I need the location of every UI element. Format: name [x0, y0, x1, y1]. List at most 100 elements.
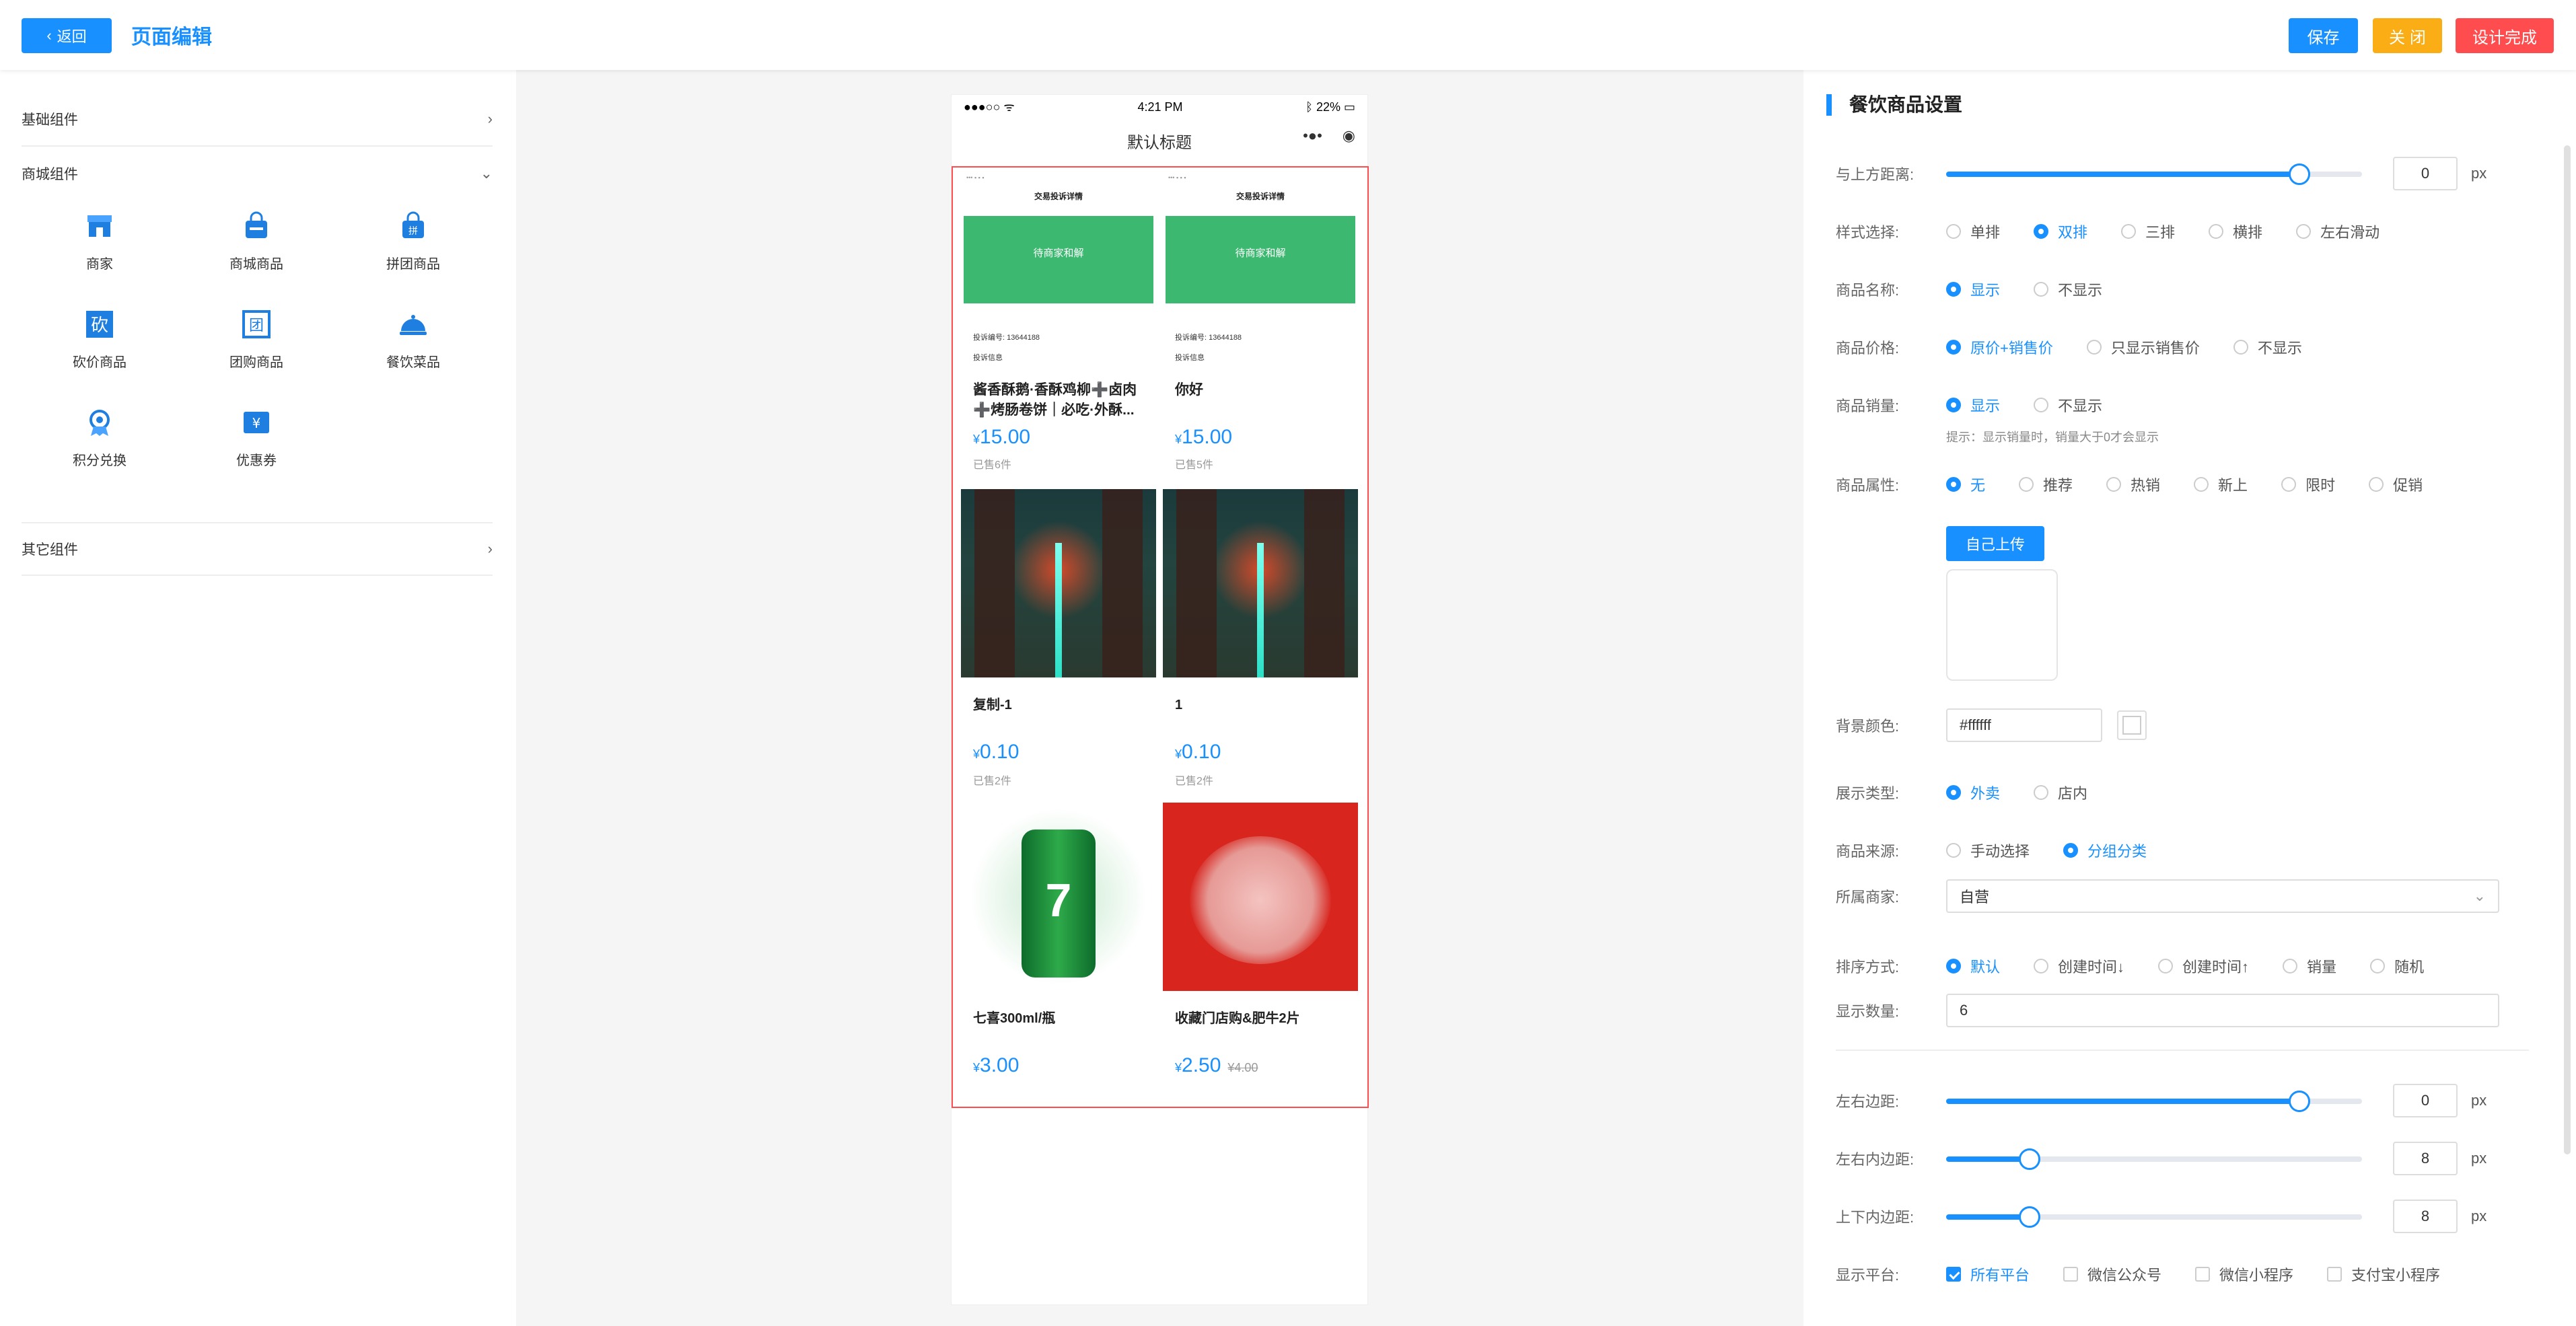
component-team-buy[interactable]: 团 团购商品	[196, 309, 317, 397]
color-picker[interactable]	[2117, 710, 2147, 740]
radio-option[interactable]: 单排	[1946, 221, 2000, 242]
component-points[interactable]: 积分兑换	[39, 408, 160, 495]
radio-option[interactable]: 不显示	[2233, 336, 2302, 358]
checkbox-icon	[2327, 1267, 2342, 1282]
lr-margin-slider[interactable]	[1946, 1087, 2362, 1114]
team-buy-icon: 团	[242, 310, 271, 338]
component-bargain[interactable]: 砍 砍价商品	[39, 309, 160, 397]
product-card[interactable]: ••• ▪ ▪ ▪ 交易投诉详情 待商家和解 投诉编号: 13644188 投诉…	[961, 172, 1156, 481]
lr-margin-input[interactable]: 0	[2393, 1084, 2458, 1117]
custom-upload-button[interactable]: 自己上传	[1946, 526, 2044, 561]
slider-handle[interactable]	[2289, 163, 2311, 185]
product-card[interactable]: ••• ▪ ▪ ▪ 交易投诉详情 待商家和解 投诉编号: 13644188 投诉…	[1163, 172, 1358, 481]
lr-padding-row: 左右内边距: 8 px	[1836, 1142, 2529, 1175]
radio-circle-icon	[1946, 843, 1961, 858]
merchant-select[interactable]: 自营 ⌄	[1946, 879, 2499, 913]
radio-option[interactable]: 显示	[1946, 279, 2000, 300]
radio-option[interactable]: 不显示	[2034, 279, 2102, 300]
group-mall[interactable]: 商城组件 ⌄	[22, 147, 493, 200]
bg-color-input[interactable]: #ffffff	[1946, 708, 2102, 742]
save-button[interactable]: 保存	[2289, 18, 2358, 53]
lr-padding-slider[interactable]	[1946, 1145, 2362, 1172]
radio-option[interactable]: 外卖	[1946, 782, 2000, 803]
radio-option[interactable]: 促销	[2369, 474, 2423, 495]
radio-option[interactable]: 限时	[2281, 474, 2335, 495]
close-button[interactable]: 关 闭	[2373, 18, 2442, 53]
page-title: 页面编辑	[131, 26, 212, 48]
product-price: ¥0.10	[973, 741, 1019, 763]
lr-padding-input[interactable]: 8	[2393, 1142, 2458, 1175]
product-sold: 已售2件	[973, 776, 1011, 787]
radio-option[interactable]: 创建时间↓	[2034, 955, 2124, 977]
radio-circle-icon	[1946, 477, 1961, 492]
radio-option[interactable]: 手动选择	[1946, 840, 2030, 861]
count-input[interactable]: 6	[1946, 994, 2499, 1027]
tb-padding-input[interactable]: 8	[2393, 1200, 2458, 1233]
product-card[interactable]: 1 ¥0.10 已售2件	[1163, 489, 1358, 799]
radio-option[interactable]: 原价+销售价	[1946, 336, 2053, 358]
radio-option[interactable]: 左右滑动	[2296, 221, 2380, 242]
settings-scrollbar[interactable]	[2564, 145, 2571, 1154]
component-mall-goods[interactable]: 商城商品	[196, 211, 317, 299]
top-margin-input[interactable]: 0	[2393, 157, 2458, 190]
slider-handle[interactable]	[2289, 1091, 2311, 1112]
more-icon[interactable]: •●•	[1303, 127, 1322, 145]
checkbox-option[interactable]: 支付宝小程序	[2327, 1263, 2440, 1285]
radio-option[interactable]: 热销	[2106, 474, 2160, 495]
target-icon[interactable]: ◉	[1343, 127, 1355, 145]
component-coupon[interactable]: ¥ 优惠券	[196, 408, 317, 495]
back-button[interactable]: ‹ 返回	[22, 18, 112, 53]
radio-option[interactable]: 横排	[2209, 221, 2262, 242]
product-card[interactable]: 收藏门店购&肥牛2片 ¥2.50 ¥4.00	[1163, 803, 1358, 1099]
radio-option[interactable]: 默认	[1946, 955, 2000, 977]
group-other[interactable]: 其它组件 ›	[22, 522, 493, 576]
checkbox-icon	[1946, 1267, 1961, 1282]
radio-option[interactable]: 销量	[2283, 955, 2336, 977]
battery-icon: ▭	[1343, 100, 1355, 114]
radio-circle-icon	[1946, 959, 1961, 973]
radio-option[interactable]: 双排	[2034, 221, 2087, 242]
upload-area[interactable]	[1946, 569, 2058, 681]
top-margin-slider[interactable]	[1946, 160, 2362, 187]
radio-option[interactable]: 分组分类	[2063, 840, 2147, 861]
slider-handle[interactable]	[2018, 1148, 2040, 1170]
checkbox-option[interactable]: 所有平台	[1946, 1263, 2030, 1285]
radio-option[interactable]: 新上	[2194, 474, 2248, 495]
style-row: 样式选择: 单排 双排 三排 横排 左右滑动	[1836, 218, 2529, 245]
group-basic[interactable]: 基础组件 ›	[22, 93, 493, 147]
product-card[interactable]: 7 七喜300ml/瓶 ¥3.00	[961, 803, 1156, 1099]
component-panel: 基础组件 › 商城组件 ⌄ 商家 商城商品 拼 拼团商品 砍 砍价商品 团 团购…	[0, 70, 516, 1326]
radio-circle-icon	[1946, 785, 1961, 800]
component-dish[interactable]: 餐饮菜品	[353, 309, 474, 397]
radio-circle-icon	[1946, 340, 1961, 355]
radio-option[interactable]: 显示	[1946, 394, 2000, 416]
product-price: ¥15.00	[1175, 426, 1233, 448]
bluetooth-icon: ᛒ	[1305, 100, 1316, 114]
tb-padding-slider[interactable]	[1946, 1203, 2362, 1230]
checkbox-option[interactable]: 微信小程序	[2195, 1263, 2293, 1285]
product-name: 收藏门店购&肥牛2片	[1175, 1011, 1300, 1026]
price-row: 商品价格: 原价+销售价 只显示销售价 不显示	[1836, 334, 2529, 361]
checkbox-option[interactable]: 微信公众号	[2063, 1263, 2161, 1285]
radio-option[interactable]: 三排	[2121, 221, 2175, 242]
radio-option[interactable]: 只显示销售价	[2086, 336, 2200, 358]
design-complete-button[interactable]: 设计完成	[2456, 18, 2554, 53]
product-name: 酱香酥鹅·香酥鸡柳➕卤肉➕烤肠卷饼｜必吃·外酥...	[973, 382, 1137, 418]
dish-goods-component[interactable]: ••• ▪ ▪ ▪ 交易投诉详情 待商家和解 投诉编号: 13644188 投诉…	[952, 166, 1369, 1108]
radio-circle-icon	[2034, 224, 2049, 239]
product-card[interactable]: 复制-1 ¥0.10 已售2件	[961, 489, 1156, 799]
radio-option[interactable]: 无	[1946, 474, 1985, 495]
radio-option[interactable]: 不显示	[2034, 394, 2102, 416]
radio-option[interactable]: 推荐	[2019, 474, 2073, 495]
radio-option[interactable]: 店内	[2034, 782, 2087, 803]
radio-option[interactable]: 随机	[2370, 955, 2424, 977]
component-shop[interactable]: 商家	[39, 211, 160, 299]
radio-option[interactable]: 创建时间↑	[2158, 955, 2249, 977]
section-title: 餐饮商品设置	[1826, 94, 1962, 116]
name-row: 商品名称: 显示 不显示	[1836, 276, 2529, 303]
slider-handle[interactable]	[2018, 1206, 2040, 1228]
radio-circle-icon	[2106, 477, 2122, 492]
product-price: ¥2.50 ¥4.00	[1175, 1054, 1258, 1076]
signal-icon: ●●●○○ ᯤ	[964, 100, 1015, 114]
component-group-buy[interactable]: 拼 拼团商品	[353, 211, 474, 299]
